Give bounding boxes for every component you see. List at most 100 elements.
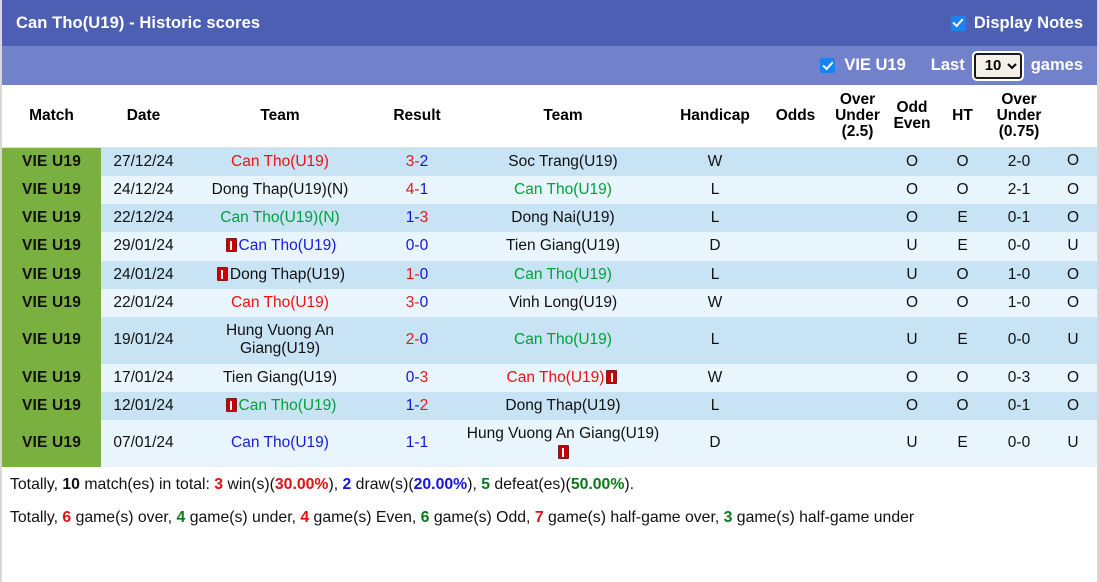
table-row[interactable]: VIE U19 22/12/24 Can Tho(U19)(N) 1-3 Dong Na… bbox=[2, 204, 1097, 233]
win-loss-indicator: L bbox=[666, 260, 764, 289]
display-notes-group[interactable]: Display Notes bbox=[950, 13, 1083, 33]
match-result: 1-3 bbox=[374, 204, 460, 233]
column-header-odd-even: Odd Even bbox=[888, 85, 936, 148]
league-filter-checkbox[interactable] bbox=[820, 58, 836, 73]
match-result: 1-2 bbox=[374, 392, 460, 421]
away-team-cell[interactable]: Tien Giang(U19) bbox=[460, 232, 666, 261]
home-team-name[interactable]: Can Tho(U19) bbox=[231, 294, 329, 311]
display-notes-checkbox[interactable] bbox=[950, 15, 966, 31]
home-team-name[interactable]: Can Tho(U19) bbox=[231, 153, 329, 170]
table-row[interactable]: VIE U19 24/12/24 Dong Thap(U19)(N) 4-1 Can T… bbox=[2, 175, 1097, 205]
away-team-cell[interactable]: Can Tho(U19) bbox=[460, 363, 666, 393]
home-team-name[interactable]: Can Tho(U19)(N) bbox=[220, 209, 339, 226]
home-team-cell[interactable]: Dong Thap(U19) bbox=[186, 260, 374, 289]
summary-mid-4: draw(s)( bbox=[351, 475, 414, 493]
table-row[interactable]: VIE U19 22/01/24 Can Tho(U19) 3-0 Vinh Long(… bbox=[2, 288, 1097, 318]
away-team-name[interactable]: Tien Giang(U19) bbox=[506, 237, 620, 254]
home-team-cell[interactable]: Tien Giang(U19) bbox=[186, 363, 374, 393]
odd-even-value: O bbox=[936, 288, 989, 318]
win-loss-indicator: L bbox=[666, 392, 764, 421]
home-team-cell[interactable]: Can Tho(U19) bbox=[186, 232, 374, 261]
away-team-cell[interactable]: Hung Vuong An Giang(U19) bbox=[460, 420, 666, 467]
score-away: 3 bbox=[419, 209, 429, 227]
halftime-score: 0-1 bbox=[989, 204, 1049, 233]
away-team-cell[interactable]: Can Tho(U19) bbox=[460, 260, 666, 289]
home-team-cell[interactable]: Can Tho(U19) bbox=[186, 288, 374, 318]
away-team-name[interactable]: Can Tho(U19) bbox=[507, 369, 605, 386]
away-team-name[interactable]: Can Tho(U19) bbox=[514, 181, 612, 198]
games-count-select[interactable]: 510152030 bbox=[971, 50, 1024, 81]
table-row[interactable]: VIE U19 17/01/24 Tien Giang(U19) 0-3 Can Tho… bbox=[2, 363, 1097, 393]
away-team-name[interactable]: Dong Nai(U19) bbox=[511, 209, 614, 226]
odd-even-value: O bbox=[936, 363, 989, 393]
table-row[interactable]: VIE U19 07/01/24 Can Tho(U19) 1-1 Hung Vuong… bbox=[2, 420, 1097, 467]
home-team-name[interactable]: Dong Thap(U19)(N) bbox=[212, 181, 349, 198]
away-team-cell[interactable]: Soc Trang(U19) bbox=[460, 147, 666, 176]
over-under-25-value: U bbox=[888, 232, 936, 261]
odd-even-value: O bbox=[936, 147, 989, 176]
away-team-cell[interactable]: Can Tho(U19) bbox=[460, 175, 666, 205]
away-team-cell[interactable]: Vinh Long(U19) bbox=[460, 288, 666, 318]
match-league-badge: VIE U19 bbox=[2, 363, 101, 393]
column-header-date: Date bbox=[101, 85, 186, 148]
over-under-075-value: O bbox=[1049, 392, 1097, 421]
away-team-name[interactable]: Hung Vuong An Giang(U19) bbox=[467, 425, 659, 442]
summary-mid2-5: game(s) half-game over, bbox=[543, 508, 724, 526]
home-team-cell[interactable]: Can Tho(U19)(N) bbox=[186, 204, 374, 233]
table-row[interactable]: VIE U19 29/01/24 Can Tho(U19) 0-0 Tien Giang… bbox=[2, 232, 1097, 261]
score-away: 2 bbox=[419, 397, 429, 415]
summary-suffix-2: game(s) half-game under bbox=[732, 508, 915, 526]
away-team-name[interactable]: Can Tho(U19) bbox=[514, 331, 612, 348]
away-team-name[interactable]: Vinh Long(U19) bbox=[509, 294, 617, 311]
odds-value bbox=[827, 204, 888, 233]
table-row[interactable]: VIE U19 12/01/24 Can Tho(U19) 1-2 Dong Thap(… bbox=[2, 392, 1097, 421]
win-loss-indicator: W bbox=[666, 288, 764, 318]
away-team-name[interactable]: Can Tho(U19) bbox=[514, 266, 612, 283]
home-team-name[interactable]: Hung Vuong An Giang(U19) bbox=[226, 322, 334, 357]
away-team-cell[interactable]: Dong Nai(U19) bbox=[460, 204, 666, 233]
halftime-score: 0-1 bbox=[989, 392, 1049, 421]
match-date: 22/12/24 bbox=[101, 204, 186, 233]
table-row[interactable]: VIE U19 19/01/24 Hung Vuong An Giang(U19) 2… bbox=[2, 317, 1097, 364]
home-team-cell[interactable]: Can Tho(U19) bbox=[186, 392, 374, 421]
home-team-cell[interactable]: Dong Thap(U19)(N) bbox=[186, 175, 374, 205]
summary-mid-2: win(s)( bbox=[223, 475, 275, 493]
over-under-25-value: O bbox=[888, 363, 936, 393]
home-team-name[interactable]: Can Tho(U19) bbox=[231, 434, 329, 451]
away-team-name[interactable]: Dong Thap(U19) bbox=[505, 397, 620, 414]
table-row[interactable]: VIE U19 24/01/24 Dong Thap(U19) 1-0 Can Tho(… bbox=[2, 260, 1097, 289]
red-card-icon bbox=[225, 238, 237, 253]
home-team-name[interactable]: Dong Thap(U19) bbox=[230, 266, 345, 283]
column-header-result: Result bbox=[374, 85, 460, 148]
column-header-handicap: Handicap bbox=[666, 85, 764, 148]
over-under-075-value: U bbox=[1049, 317, 1097, 364]
away-team-cell[interactable]: Dong Thap(U19) bbox=[460, 392, 666, 421]
red-card-icon bbox=[225, 398, 237, 413]
match-result: 1-1 bbox=[374, 420, 460, 467]
over-under-25-value: O bbox=[888, 175, 936, 205]
away-team-cell[interactable]: Can Tho(U19) bbox=[460, 317, 666, 364]
table-body: VIE U19 27/12/24 Can Tho(U19) 3-2 Soc Trang(… bbox=[2, 147, 1097, 467]
red-card-icon bbox=[216, 266, 228, 281]
match-date: 29/01/24 bbox=[101, 232, 186, 261]
historic-scores-page: Can Tho(U19) - Historic scores Display N… bbox=[0, 0, 1099, 582]
match-date: 12/01/24 bbox=[101, 392, 186, 421]
halftime-score: 0-0 bbox=[989, 420, 1049, 467]
over-under-075-value: O bbox=[1049, 175, 1097, 205]
home-team-name[interactable]: Tien Giang(U19) bbox=[223, 369, 337, 386]
home-team-name[interactable]: Can Tho(U19) bbox=[239, 237, 337, 254]
display-notes-label: Display Notes bbox=[973, 13, 1083, 32]
home-team-cell[interactable]: Hung Vuong An Giang(U19) bbox=[186, 317, 374, 364]
handicap-value bbox=[764, 175, 827, 205]
red-card-icon bbox=[606, 369, 618, 384]
home-team-cell[interactable]: Can Tho(U19) bbox=[186, 420, 374, 467]
handicap-value bbox=[764, 363, 827, 393]
match-result: 4-1 bbox=[374, 175, 460, 205]
win-loss-indicator: L bbox=[666, 204, 764, 233]
odds-value bbox=[827, 420, 888, 467]
table-row[interactable]: VIE U19 27/12/24 Can Tho(U19) 3-2 Soc Trang(… bbox=[2, 147, 1097, 176]
home-team-name[interactable]: Can Tho(U19) bbox=[239, 397, 337, 414]
away-team-name[interactable]: Soc Trang(U19) bbox=[508, 153, 617, 170]
odd-even-value: O bbox=[936, 175, 989, 205]
home-team-cell[interactable]: Can Tho(U19) bbox=[186, 147, 374, 176]
